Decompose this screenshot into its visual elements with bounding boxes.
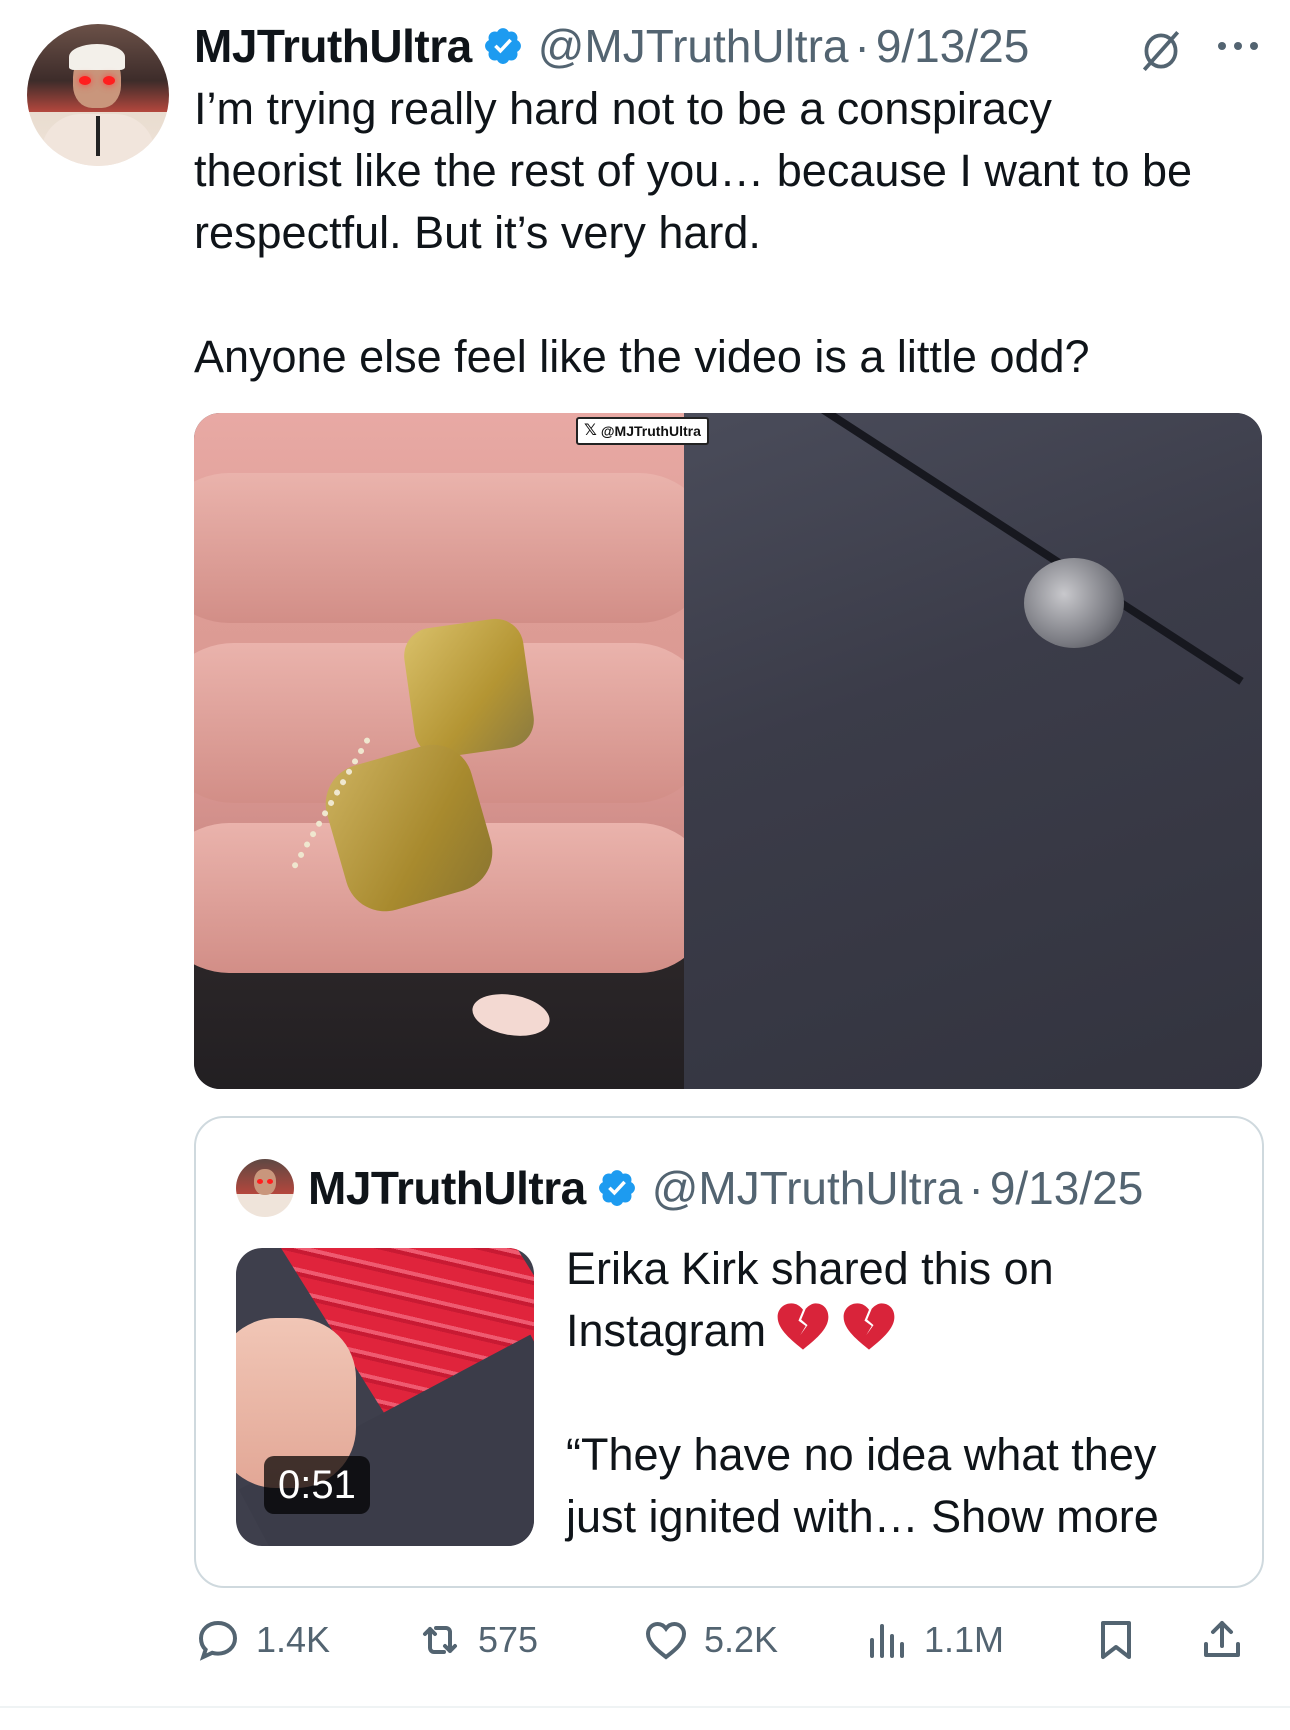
avatar-eye [257, 1179, 263, 1184]
like-count: 5.2K [704, 1619, 779, 1660]
tweet-divider [0, 1706, 1290, 1708]
quoted-header: MJTruthUltra @MJTruthUltra · 9/13/25 [236, 1158, 1143, 1218]
tweet-date[interactable]: 9/13/25 [876, 19, 1029, 73]
repost-icon [423, 1626, 457, 1654]
media-jacket-panel [684, 413, 1262, 1089]
grok-icon[interactable] [1136, 26, 1186, 76]
repost-button[interactable]: 575 [416, 1608, 538, 1672]
jacket-seam [769, 413, 1244, 685]
like-button[interactable]: 5.2K [642, 1608, 778, 1672]
views-count: 1.1M [924, 1619, 1005, 1660]
avatar-lanyard [96, 116, 100, 156]
reply-button[interactable]: 1.4K [194, 1608, 330, 1672]
watermark-text: @MJTruthUltra [600, 423, 701, 439]
avatar-eye [267, 1179, 273, 1184]
quoted-video-thumbnail[interactable]: 0:51 [236, 1248, 534, 1546]
author-handle[interactable]: @MJTruthUltra [538, 19, 849, 73]
avatar-cap [69, 44, 125, 70]
avatar-eye [103, 76, 115, 85]
broken-heart-icon [777, 1303, 829, 1350]
reply-icon [198, 1620, 238, 1661]
fingernail [469, 988, 553, 1042]
separator-dot: · [854, 20, 870, 72]
avatar-eye [79, 76, 91, 85]
verified-badge-icon [598, 1170, 635, 1206]
quoted-avatar [236, 1159, 294, 1217]
reply-count: 1.4K [256, 1619, 331, 1660]
show-more-link[interactable]: Show more [931, 1491, 1159, 1542]
views-icon [870, 1624, 904, 1658]
bookmark-icon [1101, 1621, 1131, 1659]
views-button[interactable]: 1.1M [862, 1608, 1004, 1672]
jacket-button [1024, 558, 1124, 648]
verified-badge-icon[interactable] [482, 25, 524, 67]
quoted-date: 9/13/25 [989, 1162, 1144, 1214]
share-button[interactable] [1198, 1608, 1246, 1672]
tweet-media[interactable]: 𝕏 @MJTruthUltra [194, 413, 1262, 1089]
bookmark-button[interactable] [1092, 1608, 1140, 1672]
broken-heart-icon [843, 1303, 895, 1350]
quoted-handle: @MJTruthUltra [651, 1162, 963, 1214]
x-logo-icon: 𝕏 [584, 422, 597, 439]
video-duration-badge: 0:51 [264, 1456, 370, 1514]
share-icon [1204, 1621, 1240, 1657]
author-name[interactable]: MJTruthUltra [194, 19, 472, 73]
quoted-author-name: MJTruthUltra [308, 1162, 586, 1214]
separator-dot: · [968, 1162, 984, 1214]
author-avatar[interactable] [27, 24, 169, 166]
more-icon[interactable] [1214, 38, 1262, 54]
like-icon [645, 1621, 687, 1660]
ring-stone [400, 615, 538, 761]
action-bar: 1.4K 575 5.2K 1.1M [194, 1608, 1270, 1672]
quoted-tweet[interactable]: MJTruthUltra @MJTruthUltra · 9/13/25 0:5… [194, 1116, 1264, 1588]
quoted-text: Erika Kirk shared this on Instagram💔💔 “T… [566, 1238, 1246, 1548]
media-hand-ring-panel [194, 413, 714, 1089]
tweet-header: MJTruthUltra @MJTruthUltra · 9/13/25 [194, 18, 1274, 74]
repost-count: 575 [478, 1619, 539, 1660]
media-watermark: 𝕏 @MJTruthUltra [576, 417, 709, 445]
finger-shape [194, 473, 714, 623]
tweet-text: I’m trying really hard not to be a consp… [194, 83, 1193, 382]
